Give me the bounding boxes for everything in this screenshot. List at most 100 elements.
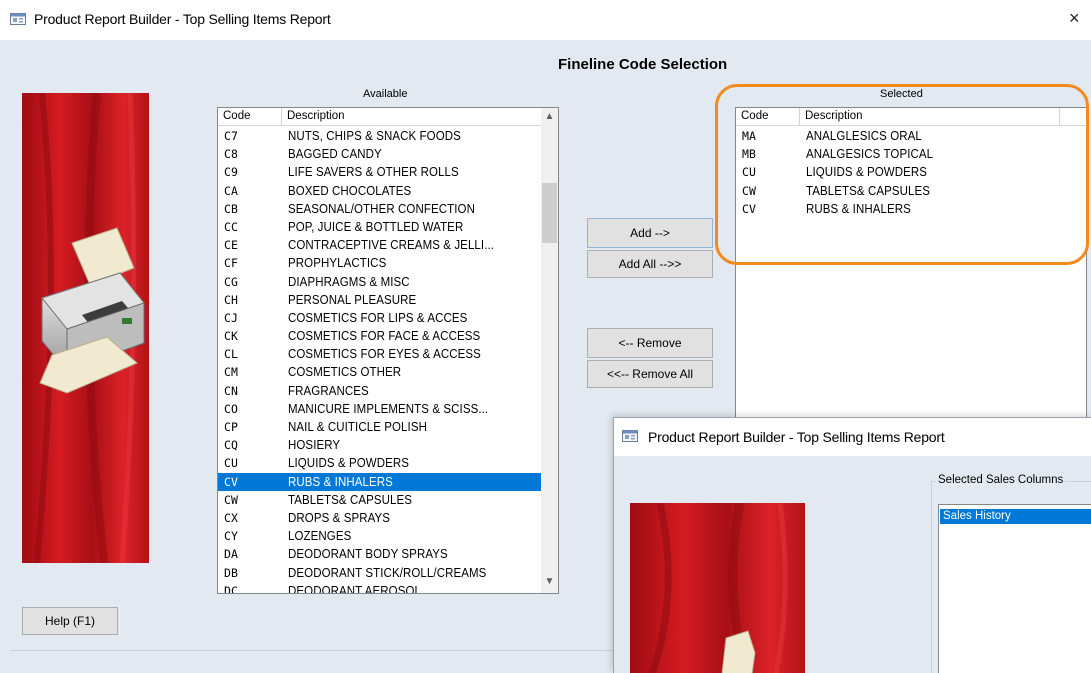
list-item[interactable]: CH PERSONAL PLEASURE [218,291,542,309]
list-item[interactable]: CU LIQUIDS & POWDERS [218,454,542,472]
item-code: CY [224,529,239,544]
list-item[interactable]: DB DEODORANT STICK/ROLL/CREAMS [218,564,542,582]
list-item[interactable]: CY LOZENGES [218,527,542,545]
item-code: C7 [224,129,239,143]
available-label: Available [363,88,408,100]
item-description: BOXED CHOCOLATES [288,183,412,198]
sales-columns-list[interactable]: Sales History [938,504,1091,673]
list-item[interactable]: CG DIAPHRAGMS & MISC [218,273,542,291]
window-app-icon [622,430,638,442]
item-description: RUBS & INHALERS [288,474,393,489]
list-item[interactable]: CF PROPHYLACTICS [218,254,542,272]
item-code: CV [742,201,757,216]
item-code: CN [224,383,239,398]
column-header-description[interactable]: Description [800,108,1060,126]
overlay-window: Product Report Builder - Top Selling Ite… [613,417,1091,673]
available-list-header: Code Description [218,108,542,126]
remove-button[interactable]: <-- Remove [587,328,713,358]
list-item[interactable]: CM COSMETICS OTHER [218,363,542,381]
item-description: ANALGESICS TOPICAL [806,147,934,162]
item-description: DROPS & SPRAYS [288,510,391,525]
item-description: BAGGED CANDY [288,147,382,162]
item-description: CONTRACEPTIVE CREAMS & JELLI... [288,238,495,253]
item-description: MANICURE IMPLEMENTS & SCISS... [288,401,489,416]
item-code: CM [224,365,239,380]
list-item[interactable]: CW TABLETS& CAPSULES [218,491,542,509]
item-description: RUBS & INHALERS [806,201,911,216]
column-header-description[interactable]: Description [282,108,542,126]
item-code: DA [224,547,239,562]
list-item[interactable]: MA ANALGLESICS ORAL [736,127,1086,145]
item-description: LIQUIDS & POWDERS [288,456,410,471]
item-code: CG [224,274,239,289]
scrollbar-thumb[interactable] [542,183,557,243]
list-item[interactable]: C7 NUTS, CHIPS & SNACK FOODS [218,127,542,145]
item-code: CK [224,329,239,344]
selected-rows: MA ANALGLESICS ORAL MB ANALGESICS TOPICAL CU… [736,127,1086,218]
column-header-code[interactable]: Code [218,108,282,126]
list-item[interactable]: CA BOXED CHOCOLATES [218,182,542,200]
list-item[interactable]: MB ANALGESICS TOPICAL [736,145,1086,163]
list-item[interactable]: CQ HOSIERY [218,436,542,454]
item-code: MA [742,129,757,143]
selected-list-header: Code Description [736,108,1086,126]
item-code: C8 [224,147,239,162]
list-item[interactable]: CV RUBS & INHALERS [218,472,542,491]
item-code: CV [224,474,239,489]
list-item[interactable]: CU LIQUIDS & POWDERS [736,163,1086,181]
scroll-down-arrow-icon[interactable]: ▼ [541,573,558,590]
item-description: TABLETS& CAPSULES [806,183,931,198]
list-item[interactable]: DA DEODORANT BODY SPRAYS [218,545,542,563]
list-item[interactable]: CO MANICURE IMPLEMENTS & SCISS... [218,400,542,418]
item-description: DEODORANT STICK/ROLL/CREAMS [288,565,487,580]
item-description: DIAPHRAGMS & MISC [288,274,410,289]
available-scrollbar[interactable]: ▲ ▼ [541,108,558,593]
list-item[interactable]: CE CONTRACEPTIVE CREAMS & JELLI... [218,236,542,254]
printer-icon [721,630,756,673]
list-item[interactable]: CL COSMETICS FOR EYES & ACCESS [218,345,542,363]
help-button[interactable]: Help (F1) [22,607,118,635]
item-description: DEODORANT AEROSOL [288,583,421,594]
list-item[interactable]: CP NAIL & CUITICLE POLISH [218,418,542,436]
window-title: Product Report Builder - Top Selling Ite… [34,11,331,27]
list-item[interactable]: CN FRAGRANCES [218,382,542,400]
title-bar: Product Report Builder - Top Selling Ite… [0,0,1091,40]
list-item[interactable]: DC DEODORANT AEROSOL [218,582,542,594]
item-code: CL [224,347,239,362]
item-description: ANALGLESICS ORAL [806,129,922,143]
list-item[interactable]: CJ COSMETICS FOR LIPS & ACCES [218,309,542,327]
item-description: LOZENGES [288,529,352,544]
list-item[interactable]: Sales History [940,509,1091,524]
list-item[interactable]: CW TABLETS& CAPSULES [736,182,1086,200]
column-header-code[interactable]: Code [736,108,800,126]
item-description: SEASONAL/OTHER CONFECTION [288,201,475,216]
item-description: COSMETICS FOR LIPS & ACCES [288,310,468,325]
printer-banner-art [630,503,805,673]
item-description: LIFE SAVERS & OTHER ROLLS [288,165,459,180]
list-item[interactable]: C8 BAGGED CANDY [218,145,542,163]
item-code: CF [224,256,239,271]
list-item[interactable]: CV RUBS & INHALERS [736,200,1086,218]
item-description: HOSIERY [288,438,341,453]
list-item[interactable]: CX DROPS & SPRAYS [218,509,542,527]
window-app-icon [10,13,26,25]
close-icon[interactable]: × [1069,8,1080,29]
overlay-window-title: Product Report Builder - Top Selling Ite… [648,429,945,445]
item-code: CU [742,165,757,180]
item-code: CX [224,510,239,525]
add-button[interactable]: Add --> [587,218,713,248]
remove-all-button[interactable]: <<-- Remove All [587,360,713,388]
add-all-button[interactable]: Add All -->> [587,250,713,278]
list-item[interactable]: C9 LIFE SAVERS & OTHER ROLLS [218,163,542,181]
selected-list[interactable]: Code Description MA ANALGLESICS ORAL MB ANA… [735,107,1087,447]
list-item[interactable]: CK COSMETICS FOR FACE & ACCESS [218,327,542,345]
item-code: CO [224,401,239,416]
scroll-up-arrow-icon[interactable]: ▲ [541,108,558,125]
item-description: NUTS, CHIPS & SNACK FOODS [288,129,461,143]
available-list[interactable]: Code Description C7 NUTS, CHIPS & SNACK F… [217,107,559,594]
list-item[interactable]: CC POP, JUICE & BOTTLED WATER [218,218,542,236]
item-code: CB [224,201,239,216]
list-item[interactable]: CB SEASONAL/OTHER CONFECTION [218,200,542,218]
item-code: C9 [224,165,239,180]
item-description: COSMETICS OTHER [288,365,402,380]
